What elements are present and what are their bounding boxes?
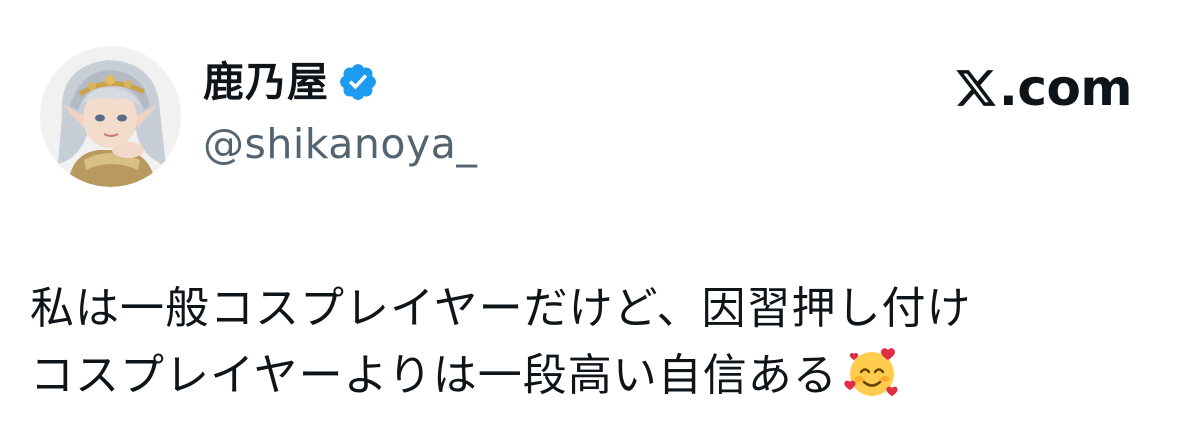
x-logo-icon — [954, 66, 998, 110]
smiling-face-with-hearts-icon — [842, 342, 902, 402]
author-handle[interactable]: @shikanoya_ — [203, 120, 477, 169]
brand-domain-text: .com — [998, 59, 1133, 117]
post-text: 私は一般コスプレイヤーだけど、因習押し付け コスプレイヤーよりは一段高い自信ある — [30, 276, 1180, 409]
verified-badge-icon[interactable] — [337, 61, 379, 103]
post-text-line-1: 私は一般コスプレイヤーだけど、因習押し付け — [30, 283, 972, 334]
avatar[interactable] — [40, 46, 181, 187]
post-text-line-2-content: コスプレイヤーよりは一段高い自信ある — [30, 350, 838, 401]
x-brand-watermark: .com — [954, 58, 1133, 118]
avatar-image — [40, 46, 181, 187]
post-text-line-2: コスプレイヤーよりは一段高い自信ある — [30, 342, 1180, 409]
author-name-row: 鹿乃屋 — [203, 52, 379, 112]
author-display-name[interactable]: 鹿乃屋 — [203, 61, 329, 103]
